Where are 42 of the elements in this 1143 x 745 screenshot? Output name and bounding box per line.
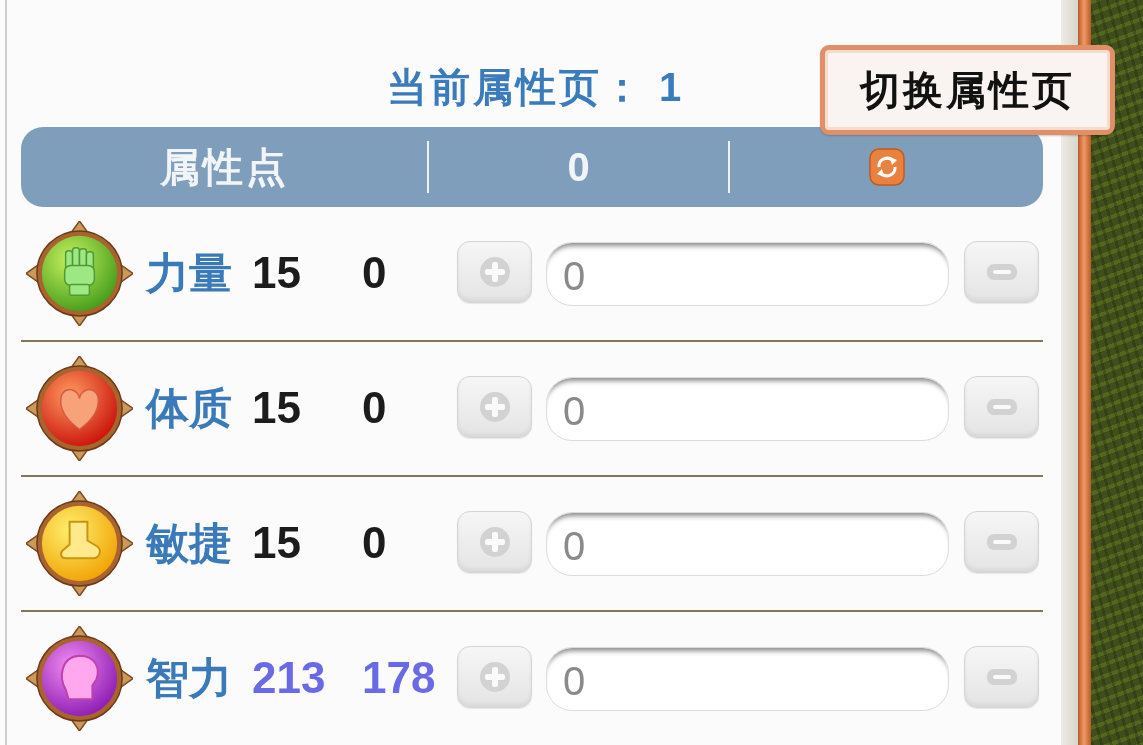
bonus-value: 0	[362, 247, 388, 300]
points-value: 0	[567, 144, 590, 191]
base-value: 15	[252, 247, 302, 300]
refresh-icon[interactable]	[868, 148, 905, 186]
minus-icon	[986, 534, 1017, 550]
plus-button[interactable]	[457, 241, 532, 303]
minus-button[interactable]	[964, 241, 1039, 303]
fist-icon	[26, 221, 133, 326]
minus-icon	[986, 264, 1017, 280]
bonus-value: 0	[362, 517, 388, 570]
heart-icon	[26, 356, 133, 461]
page-number: 1	[658, 64, 682, 111]
base-value: 15	[252, 382, 302, 435]
minus-button[interactable]	[964, 646, 1039, 708]
input-field[interactable]: 0	[546, 511, 949, 576]
plus-button[interactable]	[457, 646, 532, 708]
plus-icon	[478, 661, 511, 693]
plus-icon	[478, 256, 511, 288]
minus-icon	[986, 669, 1017, 685]
minus-button[interactable]	[964, 511, 1039, 573]
input-field[interactable]: 0	[546, 376, 949, 441]
bonus-value: 0	[362, 382, 388, 435]
head-icon	[26, 626, 133, 731]
input-field[interactable]: 0	[546, 241, 949, 306]
minus-icon	[986, 399, 1017, 415]
page-label: 当前属性页：	[386, 63, 645, 111]
boot-icon	[26, 491, 133, 596]
switch-page-button[interactable]: 切换属性页	[820, 45, 1115, 135]
plus-button[interactable]	[457, 511, 532, 573]
attribute-name: 力量	[146, 247, 233, 300]
plus-button[interactable]	[457, 376, 532, 438]
base-value: 15	[252, 517, 302, 570]
input-field[interactable]: 0	[546, 646, 949, 711]
plus-icon	[478, 526, 511, 558]
points-label: 属性点	[159, 143, 289, 191]
minus-button[interactable]	[964, 376, 1039, 438]
bonus-value: 178	[362, 652, 437, 705]
attribute-name: 敏捷	[146, 517, 233, 570]
base-value: 213	[252, 652, 327, 705]
plus-icon	[478, 391, 511, 423]
attribute-name: 体质	[146, 382, 233, 435]
attribute-name: 智力	[146, 652, 233, 705]
